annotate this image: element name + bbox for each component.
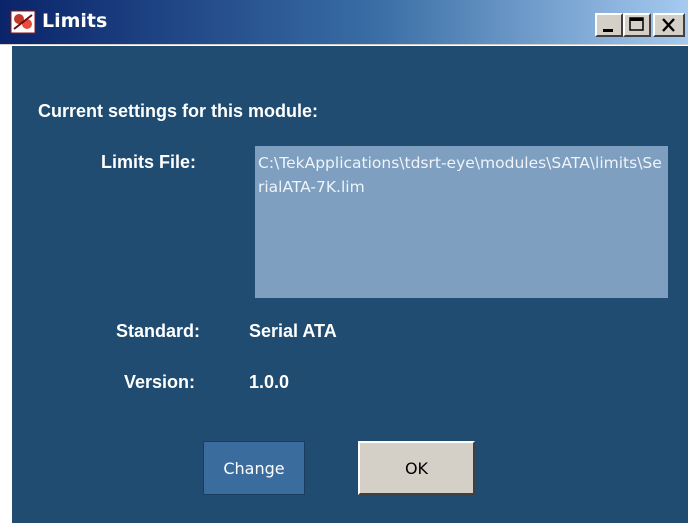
app-icon	[10, 10, 36, 34]
minimize-icon	[603, 29, 613, 32]
minimize-button[interactable]	[595, 13, 623, 37]
close-button[interactable]	[653, 13, 685, 37]
maximize-icon	[629, 17, 644, 31]
version-label: Version:	[124, 372, 196, 392]
limits-file-path: C:\TekApplications\tdsrt-eye\modules\SAT…	[255, 146, 668, 298]
standard-label: Standard:	[116, 321, 201, 341]
limits-window: Limits Current settings for this module:…	[0, 0, 688, 523]
window-title: Limits	[42, 10, 108, 32]
version-value: 1.0.0	[249, 372, 290, 392]
maximize-button[interactable]	[623, 13, 651, 37]
standard-value: Serial ATA	[249, 321, 337, 341]
section-heading: Current settings for this module:	[38, 101, 319, 121]
ok-button[interactable]: OK	[358, 441, 475, 495]
limits-file-label: Limits File:	[101, 152, 197, 172]
change-button[interactable]: Change	[203, 441, 305, 495]
close-icon	[662, 18, 675, 32]
title-bar[interactable]: Limits	[0, 0, 688, 45]
